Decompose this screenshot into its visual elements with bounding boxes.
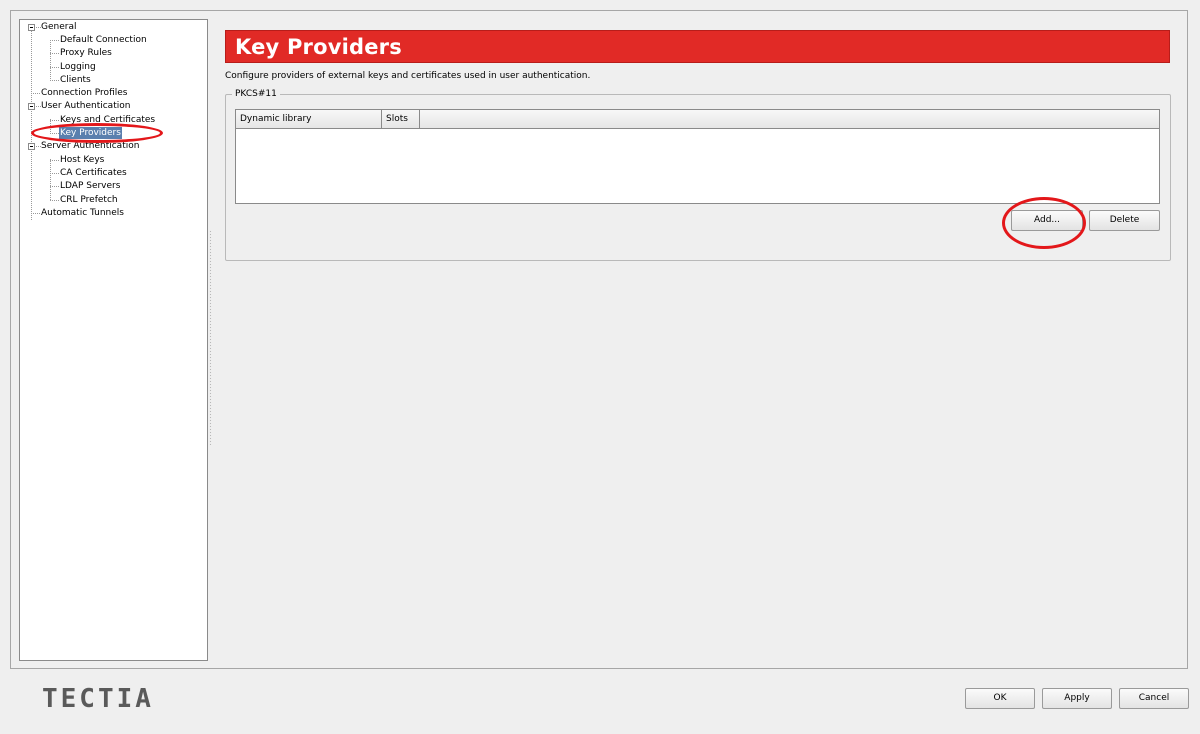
tree-item-ca-certificates[interactable]: CA Certificates (59, 167, 128, 179)
pkcs11-group-legend: PKCS#11 (232, 88, 280, 100)
tree-item-general[interactable]: General (40, 21, 77, 33)
tree-item-keys-and-certificates[interactable]: Keys and Certificates (59, 114, 156, 126)
panel-splitter-handle[interactable] (209, 230, 212, 445)
tree-line (50, 200, 59, 201)
tree-item-automatic-tunnels[interactable]: Automatic Tunnels (40, 207, 125, 219)
providers-table[interactable]: Dynamic library Slots (235, 109, 1160, 204)
tree-line (50, 67, 59, 68)
column-header-dynamic-library[interactable]: Dynamic library (236, 110, 382, 129)
tree-line (50, 40, 59, 41)
column-header-slots[interactable]: Slots (382, 110, 420, 129)
page-description: Configure providers of external keys and… (225, 71, 591, 81)
tectia-logo: TECTIA (42, 684, 154, 714)
tree-item-key-providers[interactable]: Key Providers (59, 127, 122, 139)
column-header-filler (420, 110, 1159, 129)
tree-line (50, 119, 51, 134)
tree-line (50, 173, 59, 174)
tree-line (31, 31, 32, 220)
tree-item-proxy-rules[interactable]: Proxy Rules (59, 47, 113, 59)
tree-item-crl-prefetch[interactable]: CRL Prefetch (59, 194, 119, 206)
tree-line (50, 40, 51, 81)
tree-line (50, 80, 59, 81)
tree-line (50, 120, 59, 121)
cancel-button[interactable]: Cancel (1119, 688, 1189, 709)
tree-item-server-authentication[interactable]: Server Authentication (40, 140, 140, 152)
delete-button[interactable]: Delete (1089, 210, 1160, 231)
tree-line (50, 160, 59, 161)
tree-line (50, 53, 59, 54)
tree-item-connection-profiles[interactable]: Connection Profiles (40, 87, 128, 99)
tree-item-logging[interactable]: Logging (59, 61, 97, 73)
add-button[interactable]: Add... (1011, 210, 1083, 231)
collapse-icon[interactable] (28, 24, 35, 31)
navigation-tree[interactable]: General Default Connection Proxy Rules L… (19, 19, 208, 661)
collapse-icon[interactable] (28, 103, 35, 110)
collapse-icon[interactable] (28, 143, 35, 150)
ok-button[interactable]: OK (965, 688, 1035, 709)
tree-item-ldap-servers[interactable]: LDAP Servers (59, 180, 121, 192)
tree-line (31, 93, 40, 94)
tree-item-host-keys[interactable]: Host Keys (59, 154, 105, 166)
tree-line (50, 133, 59, 134)
tree-line (50, 159, 51, 200)
tree-item-clients[interactable]: Clients (59, 74, 92, 86)
page-header: Key Providers (225, 30, 1170, 63)
tree-line (31, 213, 40, 214)
tree-item-user-authentication[interactable]: User Authentication (40, 100, 131, 112)
page-title: Key Providers (235, 35, 402, 59)
tree-line (50, 186, 59, 187)
tree-item-default-connection[interactable]: Default Connection (59, 34, 148, 46)
apply-button[interactable]: Apply (1042, 688, 1112, 709)
